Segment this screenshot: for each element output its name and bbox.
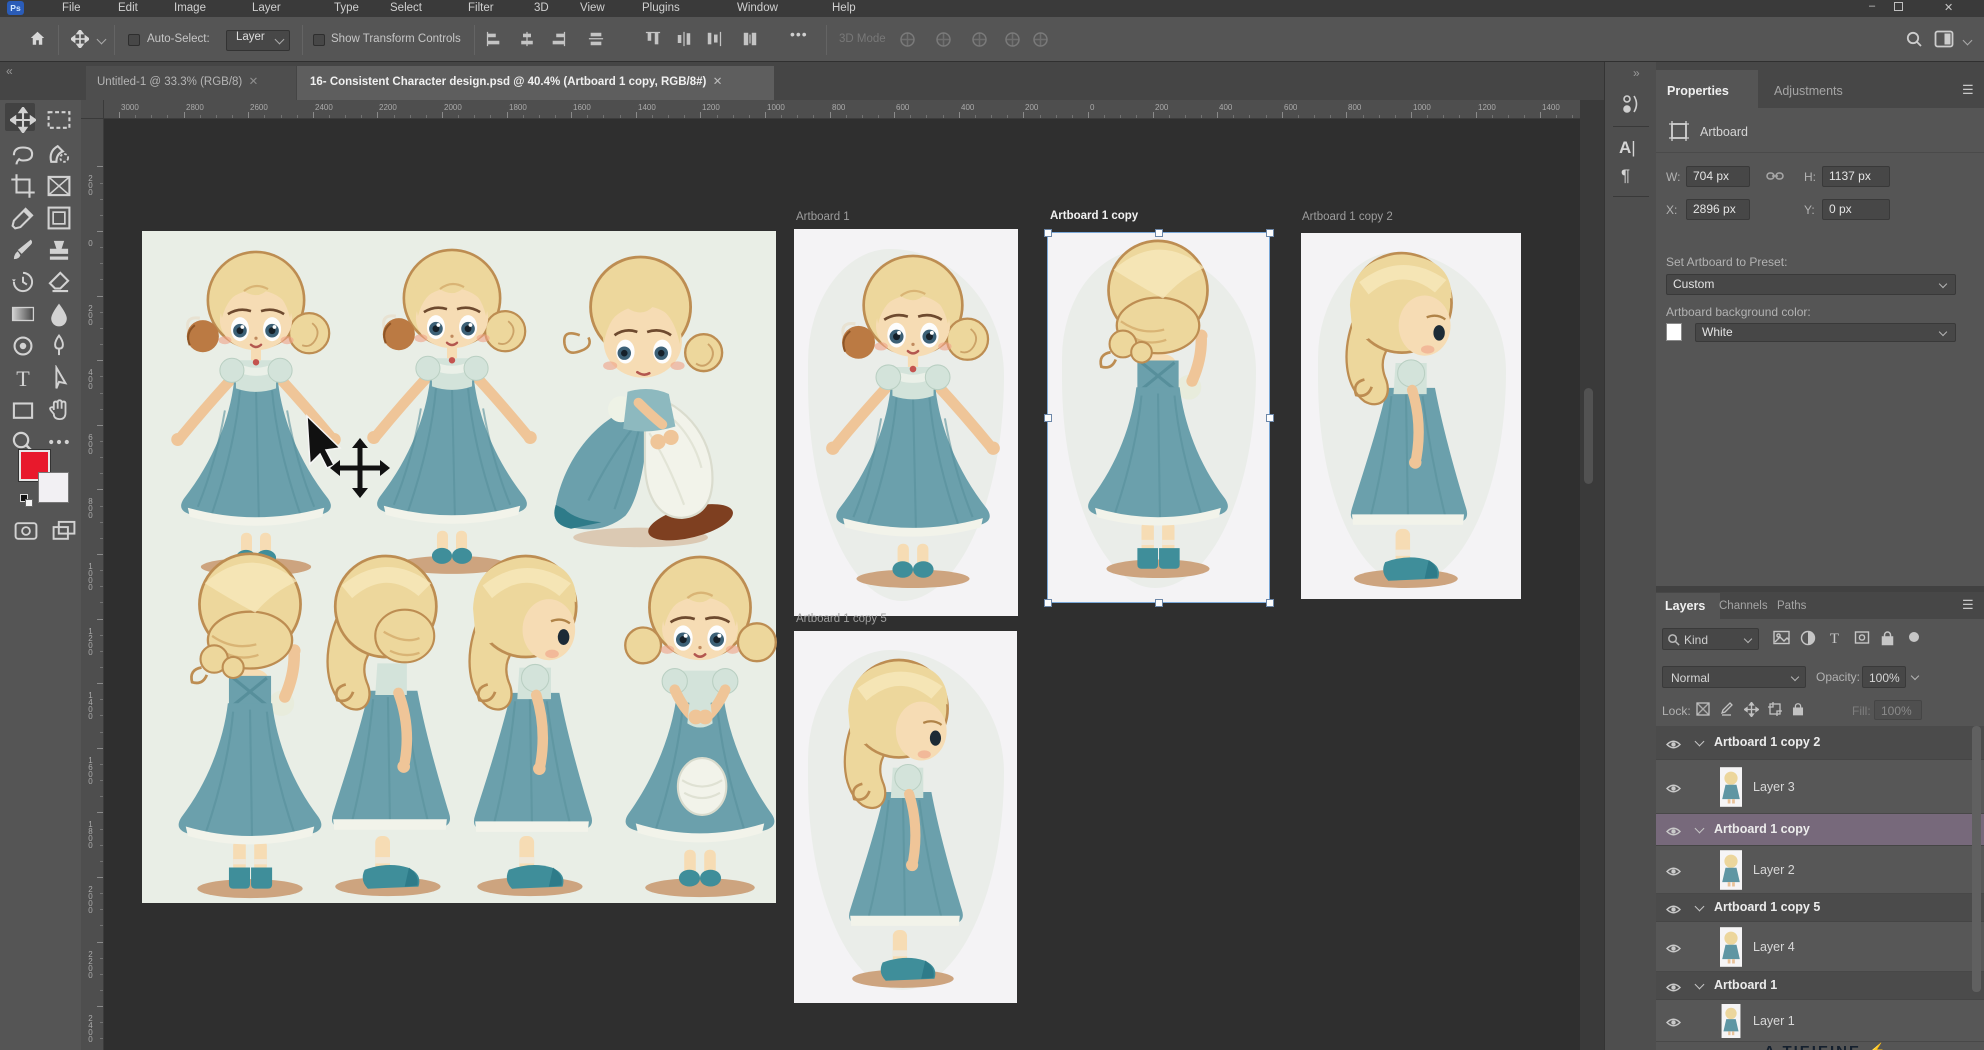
svg-text:T: T	[16, 366, 30, 391]
svg-text:T: T	[1830, 631, 1839, 645]
